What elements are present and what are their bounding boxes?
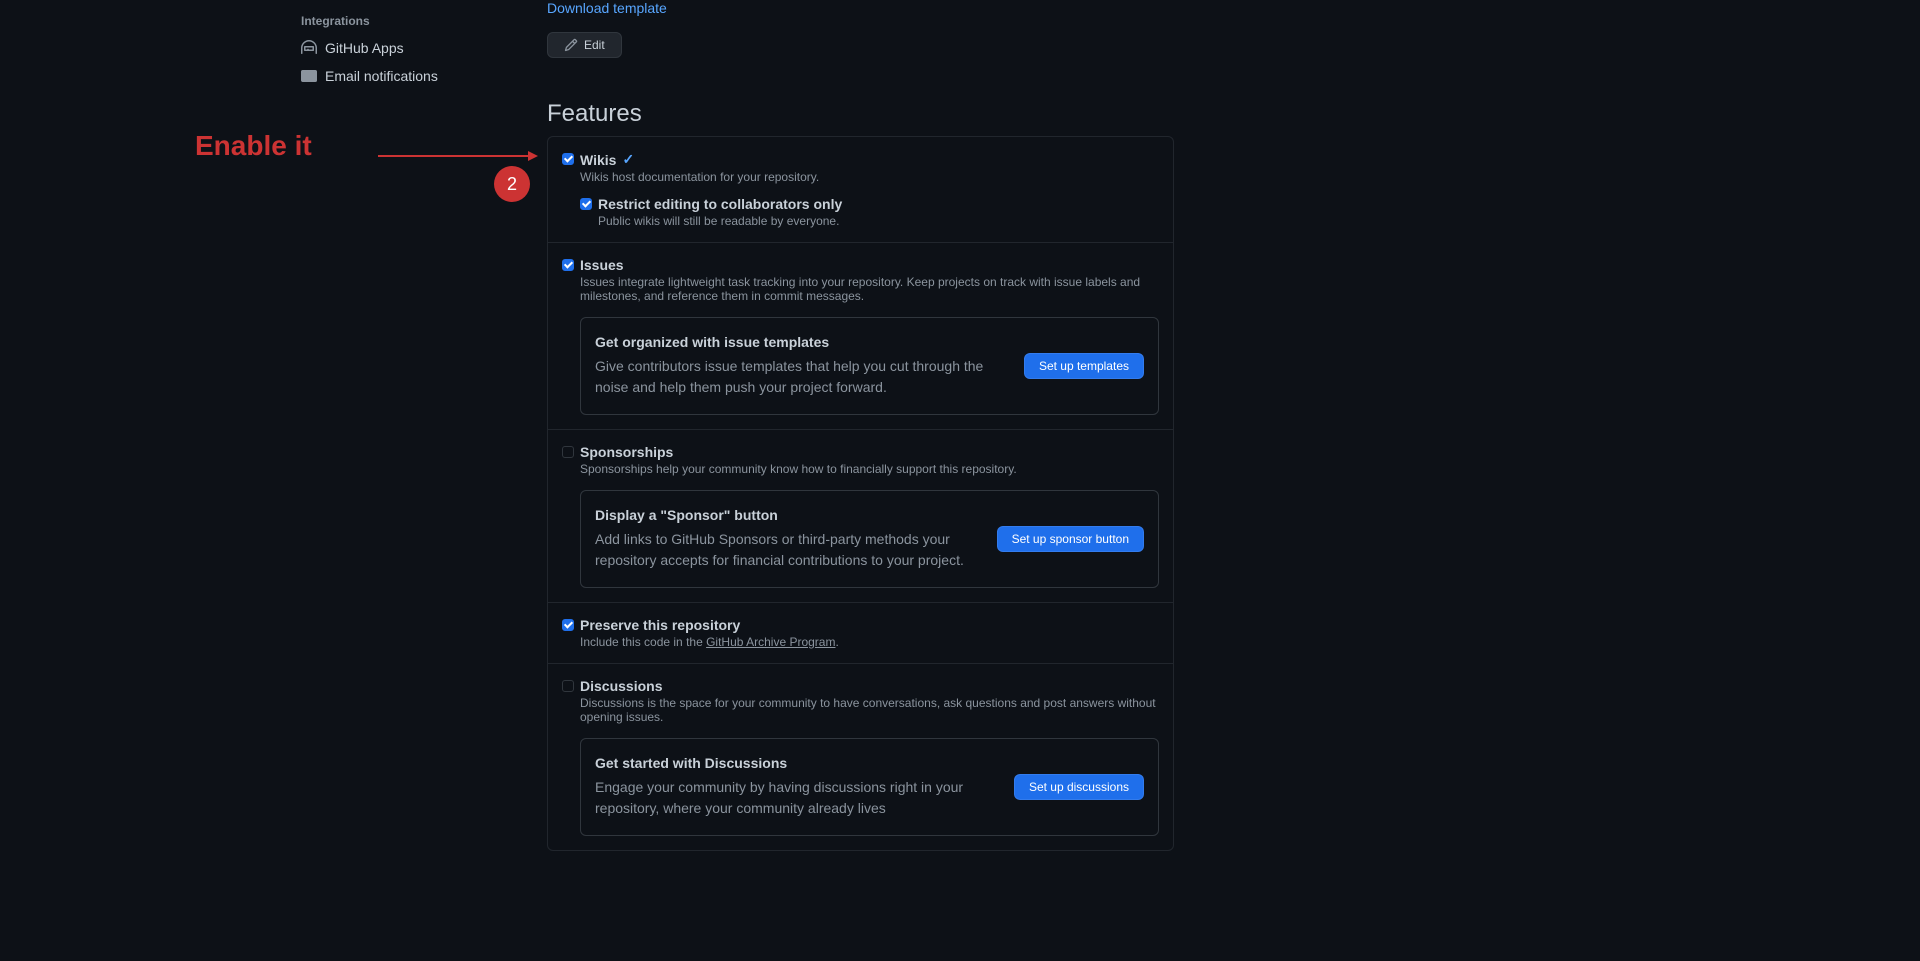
pencil-icon bbox=[564, 38, 578, 52]
sponsorships-desc: Sponsorships help your community know ho… bbox=[580, 462, 1159, 476]
issues-checkbox[interactable] bbox=[562, 259, 574, 271]
issues-title: Issues bbox=[580, 257, 624, 273]
mail-icon bbox=[301, 68, 317, 84]
sponsor-promo-desc: Add links to GitHub Sponsors or third-pa… bbox=[595, 529, 981, 571]
sidebar-heading-integrations: Integrations bbox=[293, 8, 547, 34]
discussions-title: Discussions bbox=[580, 678, 662, 694]
sidebar-item-email-notifications[interactable]: Email notifications bbox=[293, 62, 547, 90]
discussions-promo: Get started with Discussions Engage your… bbox=[580, 738, 1159, 836]
check-icon: ✓ bbox=[622, 151, 634, 168]
issue-templates-promo-desc: Give contributors issue templates that h… bbox=[595, 356, 1008, 398]
hubot-icon bbox=[301, 40, 317, 56]
sidebar-item-label: Email notifications bbox=[325, 68, 438, 84]
settings-sidebar: Integrations GitHub Apps Email notificat… bbox=[0, 0, 547, 851]
discussions-promo-title: Get started with Discussions bbox=[595, 755, 998, 771]
annotation-text: Enable it bbox=[195, 130, 312, 162]
restrict-editing-desc: Public wikis will still be readable by e… bbox=[598, 214, 1159, 228]
annotation-arrow bbox=[378, 150, 538, 162]
issue-templates-promo-title: Get organized with issue templates bbox=[595, 334, 1008, 350]
preserve-title: Preserve this repository bbox=[580, 617, 740, 633]
wikis-checkbox[interactable] bbox=[562, 153, 574, 165]
preserve-desc: Include this code in the GitHub Archive … bbox=[580, 635, 1159, 649]
setup-discussions-button[interactable]: Set up discussions bbox=[1014, 774, 1144, 800]
discussions-checkbox[interactable] bbox=[562, 680, 574, 692]
annotation-step-badge: 2 bbox=[494, 166, 530, 202]
issues-desc: Issues integrate lightweight task tracki… bbox=[580, 275, 1159, 303]
setup-sponsor-button[interactable]: Set up sponsor button bbox=[997, 526, 1144, 552]
feature-issues: Issues Issues integrate lightweight task… bbox=[548, 243, 1173, 430]
wikis-desc: Wikis host documentation for your reposi… bbox=[580, 170, 1159, 184]
sponsorships-checkbox[interactable] bbox=[562, 446, 574, 458]
features-heading: Features bbox=[547, 100, 1174, 128]
feature-sponsorships: Sponsorships Sponsorships help your comm… bbox=[548, 430, 1173, 603]
download-template-link[interactable]: Download template bbox=[547, 0, 667, 16]
preserve-checkbox[interactable] bbox=[562, 619, 574, 631]
feature-discussions: Discussions Discussions is the space for… bbox=[548, 664, 1173, 850]
sponsor-button-promo: Display a "Sponsor" button Add links to … bbox=[580, 490, 1159, 588]
restrict-editing-checkbox[interactable] bbox=[580, 198, 592, 210]
feature-wikis: Wikis ✓ Wikis host documentation for you… bbox=[548, 137, 1173, 243]
sidebar-item-label: GitHub Apps bbox=[325, 40, 404, 56]
setup-templates-button[interactable]: Set up templates bbox=[1024, 353, 1144, 379]
wikis-title: Wikis bbox=[580, 152, 616, 168]
feature-preserve: Preserve this repository Include this co… bbox=[548, 603, 1173, 664]
issue-templates-promo: Get organized with issue templates Give … bbox=[580, 317, 1159, 415]
discussions-desc: Discussions is the space for your commun… bbox=[580, 696, 1159, 724]
edit-social-preview-button[interactable]: Edit bbox=[547, 32, 622, 58]
sponsor-promo-title: Display a "Sponsor" button bbox=[595, 507, 981, 523]
features-box: Wikis ✓ Wikis host documentation for you… bbox=[547, 136, 1174, 851]
sidebar-item-github-apps[interactable]: GitHub Apps bbox=[293, 34, 547, 62]
discussions-promo-desc: Engage your community by having discussi… bbox=[595, 777, 998, 819]
archive-program-link[interactable]: GitHub Archive Program bbox=[706, 635, 835, 649]
restrict-editing-title: Restrict editing to collaborators only bbox=[598, 196, 842, 212]
sponsorships-title: Sponsorships bbox=[580, 444, 673, 460]
